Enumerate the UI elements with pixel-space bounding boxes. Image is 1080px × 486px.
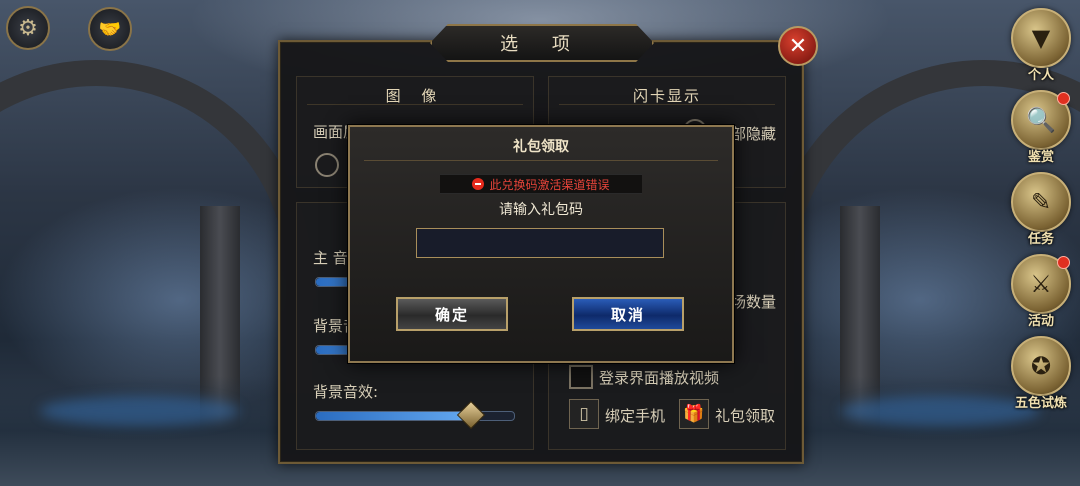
login-video-checkbox[interactable] — [569, 365, 593, 389]
side-menu-label: 五色试炼 — [1014, 396, 1067, 411]
handshake-icon: 🤝 — [98, 18, 122, 40]
close-button[interactable]: ✕ — [778, 26, 818, 66]
gear-icon: ⚙ — [18, 15, 38, 41]
close-icon: ✕ — [788, 33, 808, 59]
side-menu-trials[interactable]: ✪ 五色试炼 — [1008, 336, 1074, 416]
gift-icon: 🎁 — [683, 404, 705, 424]
cancel-button[interactable]: 取消 — [572, 297, 684, 331]
phone-icon: ▯ — [579, 404, 589, 424]
side-menu-label: 个人 — [1027, 68, 1054, 83]
side-menu-profile[interactable]: ▼ 个人 — [1008, 8, 1074, 88]
bind-phone-label[interactable]: 绑定手机 — [605, 405, 665, 426]
side-menu-label: 鉴赏 — [1027, 150, 1054, 165]
side-menu-quests[interactable]: ✎ 任务 — [1008, 172, 1074, 252]
gift-claim-label[interactable]: 礼包领取 — [715, 405, 775, 426]
triangle-gem-icon: ▼ — [1011, 8, 1071, 68]
options-title: 选 项 — [430, 24, 654, 62]
notification-badge — [1057, 256, 1070, 269]
side-menu: ▼ 个人 🔍 鉴赏 ✎ 任务 ⚔ 活动 ✪ 五色试炼 — [1008, 8, 1074, 418]
dialog-prompt: 请输入礼包码 — [499, 202, 583, 218]
confirm-button[interactable]: 确定 — [396, 297, 508, 331]
error-message: 此兑换码激活渠道错误 — [440, 174, 642, 194]
side-menu-events[interactable]: ⚔ 活动 — [1008, 254, 1074, 334]
error-icon — [472, 178, 485, 190]
hide-all-label: 部隐藏 — [731, 125, 777, 143]
notification-badge — [1057, 92, 1070, 105]
sfx-volume-slider[interactable] — [315, 400, 515, 430]
social-button[interactable]: 🤝 — [88, 7, 132, 51]
five-gem-emblem-icon: ✪ — [1011, 336, 1071, 396]
sfx-label: 背景音效: — [313, 383, 379, 401]
login-video-label: 登录界面播放视频 — [599, 369, 720, 387]
error-text: 此兑换码激活渠道错误 — [489, 177, 610, 192]
slider-knob[interactable] — [457, 400, 486, 430]
quill-scroll-icon: ✎ — [1011, 172, 1071, 232]
image-section-title: 图 像 — [307, 77, 523, 105]
slider-fill — [316, 412, 471, 420]
main-volume-label: 主 音 — [313, 249, 348, 267]
bind-phone-button[interactable]: ▯ — [569, 399, 599, 429]
dialog-title: 礼包领取 — [364, 127, 718, 161]
quality-radio[interactable] — [315, 153, 339, 177]
field-count-label: 场数量 — [731, 293, 777, 311]
side-menu-label: 任务 — [1027, 232, 1054, 247]
flash-section-title: 闪卡显示 — [559, 77, 775, 105]
gift-code-input[interactable] — [416, 228, 664, 258]
gift-claim-button[interactable]: 🎁 — [679, 399, 709, 429]
left-platform-glow — [40, 396, 240, 426]
side-menu-appraise[interactable]: 🔍 鉴赏 — [1008, 90, 1074, 170]
side-menu-label: 活动 — [1027, 314, 1054, 329]
gift-code-dialog: 礼包领取 此兑换码激活渠道错误 请输入礼包码 确定 取消 — [348, 125, 734, 363]
settings-button[interactable]: ⚙ — [6, 6, 50, 50]
